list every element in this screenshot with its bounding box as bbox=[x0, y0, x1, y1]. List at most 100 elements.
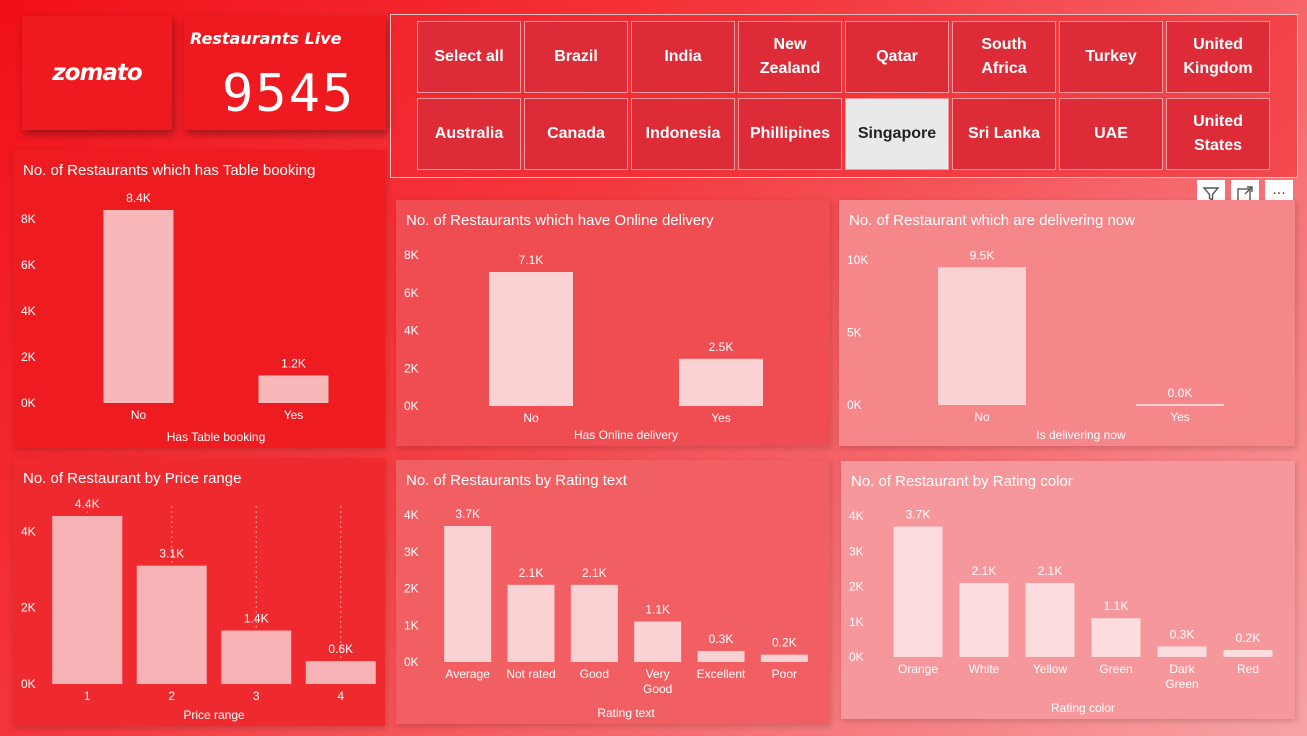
bar[interactable] bbox=[221, 630, 292, 684]
data-label: 0.0K bbox=[1168, 386, 1193, 400]
bar[interactable] bbox=[103, 210, 174, 403]
bar[interactable] bbox=[1223, 649, 1273, 657]
chart-svg: 0K 2K 4K 6K 8K 8.4K No 1.2K Yes Has Table booking bbox=[21, 191, 329, 444]
chart-svg: 0K 1K 2K 3K 4K 3.7K Orange 2.1K White 2.1K Yellow 1… bbox=[849, 508, 1273, 715]
country-chip[interactable]: UAE bbox=[1059, 98, 1163, 170]
data-label: 3.7K bbox=[455, 507, 480, 521]
bar[interactable] bbox=[305, 661, 376, 684]
y-tick-label: 8K bbox=[404, 248, 419, 262]
x-tick-label: Average bbox=[445, 667, 490, 681]
x-axis-title: Rating color bbox=[1051, 701, 1115, 715]
bar[interactable] bbox=[136, 565, 207, 684]
x-tick-label: No bbox=[131, 408, 147, 422]
chart-title: No. of Restaurant by Price range bbox=[23, 470, 242, 487]
data-label: 8.4K bbox=[126, 191, 151, 205]
data-label: 2.1K bbox=[972, 564, 997, 578]
country-chip[interactable]: New Zealand bbox=[738, 21, 842, 93]
y-tick-label: 2K bbox=[849, 580, 864, 594]
y-tick-label: 4K bbox=[404, 508, 419, 522]
x-tick-label: No bbox=[974, 410, 990, 424]
country-chip[interactable]: United Kingdom bbox=[1166, 21, 1270, 93]
y-tick-label: 0K bbox=[849, 650, 864, 664]
table-booking-chart: 0K 2K 4K 6K 8K 8.4K No 1.2K Yes Has Table booking… bbox=[13, 150, 385, 448]
y-tick-label: 4K bbox=[21, 524, 36, 538]
data-label: 3.1K bbox=[159, 547, 184, 561]
rating-text-chart: 0K 1K 2K 3K 4K 3.7K Average 2.1K Not rated 2.1K Go… bbox=[396, 460, 830, 724]
data-label: 1.1K bbox=[1104, 599, 1129, 613]
bar[interactable] bbox=[507, 584, 555, 662]
country-chip[interactable]: Sri Lanka bbox=[952, 98, 1056, 170]
x-tick-label: Orange bbox=[898, 662, 938, 676]
country-chip[interactable]: Singapore bbox=[845, 98, 949, 170]
data-label: 0.6K bbox=[328, 642, 353, 656]
data-label: 1.4K bbox=[244, 612, 269, 626]
x-axis-title: Has Online delivery bbox=[574, 428, 678, 442]
bar[interactable] bbox=[893, 526, 943, 657]
bar[interactable] bbox=[489, 271, 573, 406]
online-delivery-chart: 0K 2K 4K 6K 8K 7.1K No 2.5K Yes Has Online delive… bbox=[396, 200, 830, 446]
data-label: 2.1K bbox=[519, 566, 544, 580]
bar[interactable] bbox=[1091, 618, 1141, 657]
x-tick-label: Not rated bbox=[506, 667, 555, 681]
country-chip[interactable]: Select all bbox=[417, 21, 521, 93]
country-chip[interactable]: Turkey bbox=[1059, 21, 1163, 93]
y-tick-label: 4K bbox=[849, 509, 864, 523]
data-label: 2.1K bbox=[1038, 564, 1063, 578]
country-chip[interactable]: India bbox=[631, 21, 735, 93]
x-tick-label: Red bbox=[1237, 662, 1259, 676]
country-chip[interactable]: Canada bbox=[524, 98, 628, 170]
x-tick-label: Yes bbox=[284, 408, 304, 422]
data-label: 0.2K bbox=[772, 636, 797, 650]
x-tick-label: 1 bbox=[84, 689, 91, 703]
data-label: 1.1K bbox=[645, 603, 670, 617]
y-tick-label: 0K bbox=[404, 655, 419, 669]
y-tick-label: 2K bbox=[21, 601, 36, 615]
bar[interactable] bbox=[570, 584, 618, 662]
x-axis-title: Price range bbox=[183, 708, 245, 722]
y-tick-label: 0K bbox=[21, 677, 36, 691]
y-tick-label: 0K bbox=[404, 399, 419, 413]
bar[interactable] bbox=[444, 526, 492, 662]
country-chip[interactable]: Phillipines bbox=[738, 98, 842, 170]
chart-svg: 0K 5K 10K 9.5K No 0.0K Yes Is delivering now bbox=[847, 248, 1224, 442]
bar[interactable] bbox=[52, 516, 123, 684]
bar[interactable] bbox=[1025, 582, 1075, 657]
country-chip[interactable]: Brazil bbox=[524, 21, 628, 93]
x-axis-title: Has Table booking bbox=[167, 430, 266, 444]
data-label: 0.3K bbox=[1170, 627, 1195, 641]
country-chip[interactable]: Indonesia bbox=[631, 98, 735, 170]
delivering-now-chart: 0K 5K 10K 9.5K No 0.0K Yes Is delivering now No… bbox=[839, 200, 1295, 446]
y-tick-label: 2K bbox=[404, 361, 419, 375]
country-chip[interactable]: United States bbox=[1166, 98, 1270, 170]
data-label: 1.2K bbox=[281, 356, 306, 370]
bar[interactable] bbox=[679, 358, 763, 406]
chart-svg: 0K 2K 4K 6K 8K 7.1K No 2.5K Yes Has Online delive… bbox=[404, 248, 763, 442]
country-chip[interactable]: Australia bbox=[417, 98, 521, 170]
bar[interactable] bbox=[760, 654, 808, 662]
x-axis-title: Is delivering now bbox=[1036, 428, 1126, 442]
x-tick-label: No bbox=[523, 411, 539, 425]
bar[interactable] bbox=[938, 267, 1026, 405]
y-tick-label: 2K bbox=[404, 582, 419, 596]
bar[interactable] bbox=[634, 621, 682, 662]
y-tick-label: 4K bbox=[21, 304, 36, 318]
data-label: 0.3K bbox=[709, 632, 734, 646]
data-label: 0.2K bbox=[1236, 631, 1261, 645]
data-label: 9.5K bbox=[970, 248, 995, 262]
bar[interactable] bbox=[1157, 646, 1207, 657]
kpi-value: 9545 bbox=[222, 64, 356, 124]
logo-text: zomato bbox=[52, 60, 142, 86]
bar[interactable] bbox=[258, 375, 329, 403]
bar[interactable] bbox=[959, 582, 1009, 657]
y-tick-label: 6K bbox=[21, 258, 36, 272]
chart-title: No. of Restaurants by Rating text bbox=[406, 472, 627, 489]
y-tick-label: 3K bbox=[404, 545, 419, 559]
x-tick-label: Dark Green bbox=[1165, 662, 1198, 691]
country-chip[interactable]: Qatar bbox=[845, 21, 949, 93]
data-label: 7.1K bbox=[519, 253, 544, 267]
data-label: 2.5K bbox=[709, 340, 734, 354]
bar[interactable] bbox=[697, 650, 745, 662]
country-chip[interactable]: South Africa bbox=[952, 21, 1056, 93]
x-axis-title: Rating text bbox=[597, 706, 655, 720]
x-tick-label: 2 bbox=[168, 689, 175, 703]
